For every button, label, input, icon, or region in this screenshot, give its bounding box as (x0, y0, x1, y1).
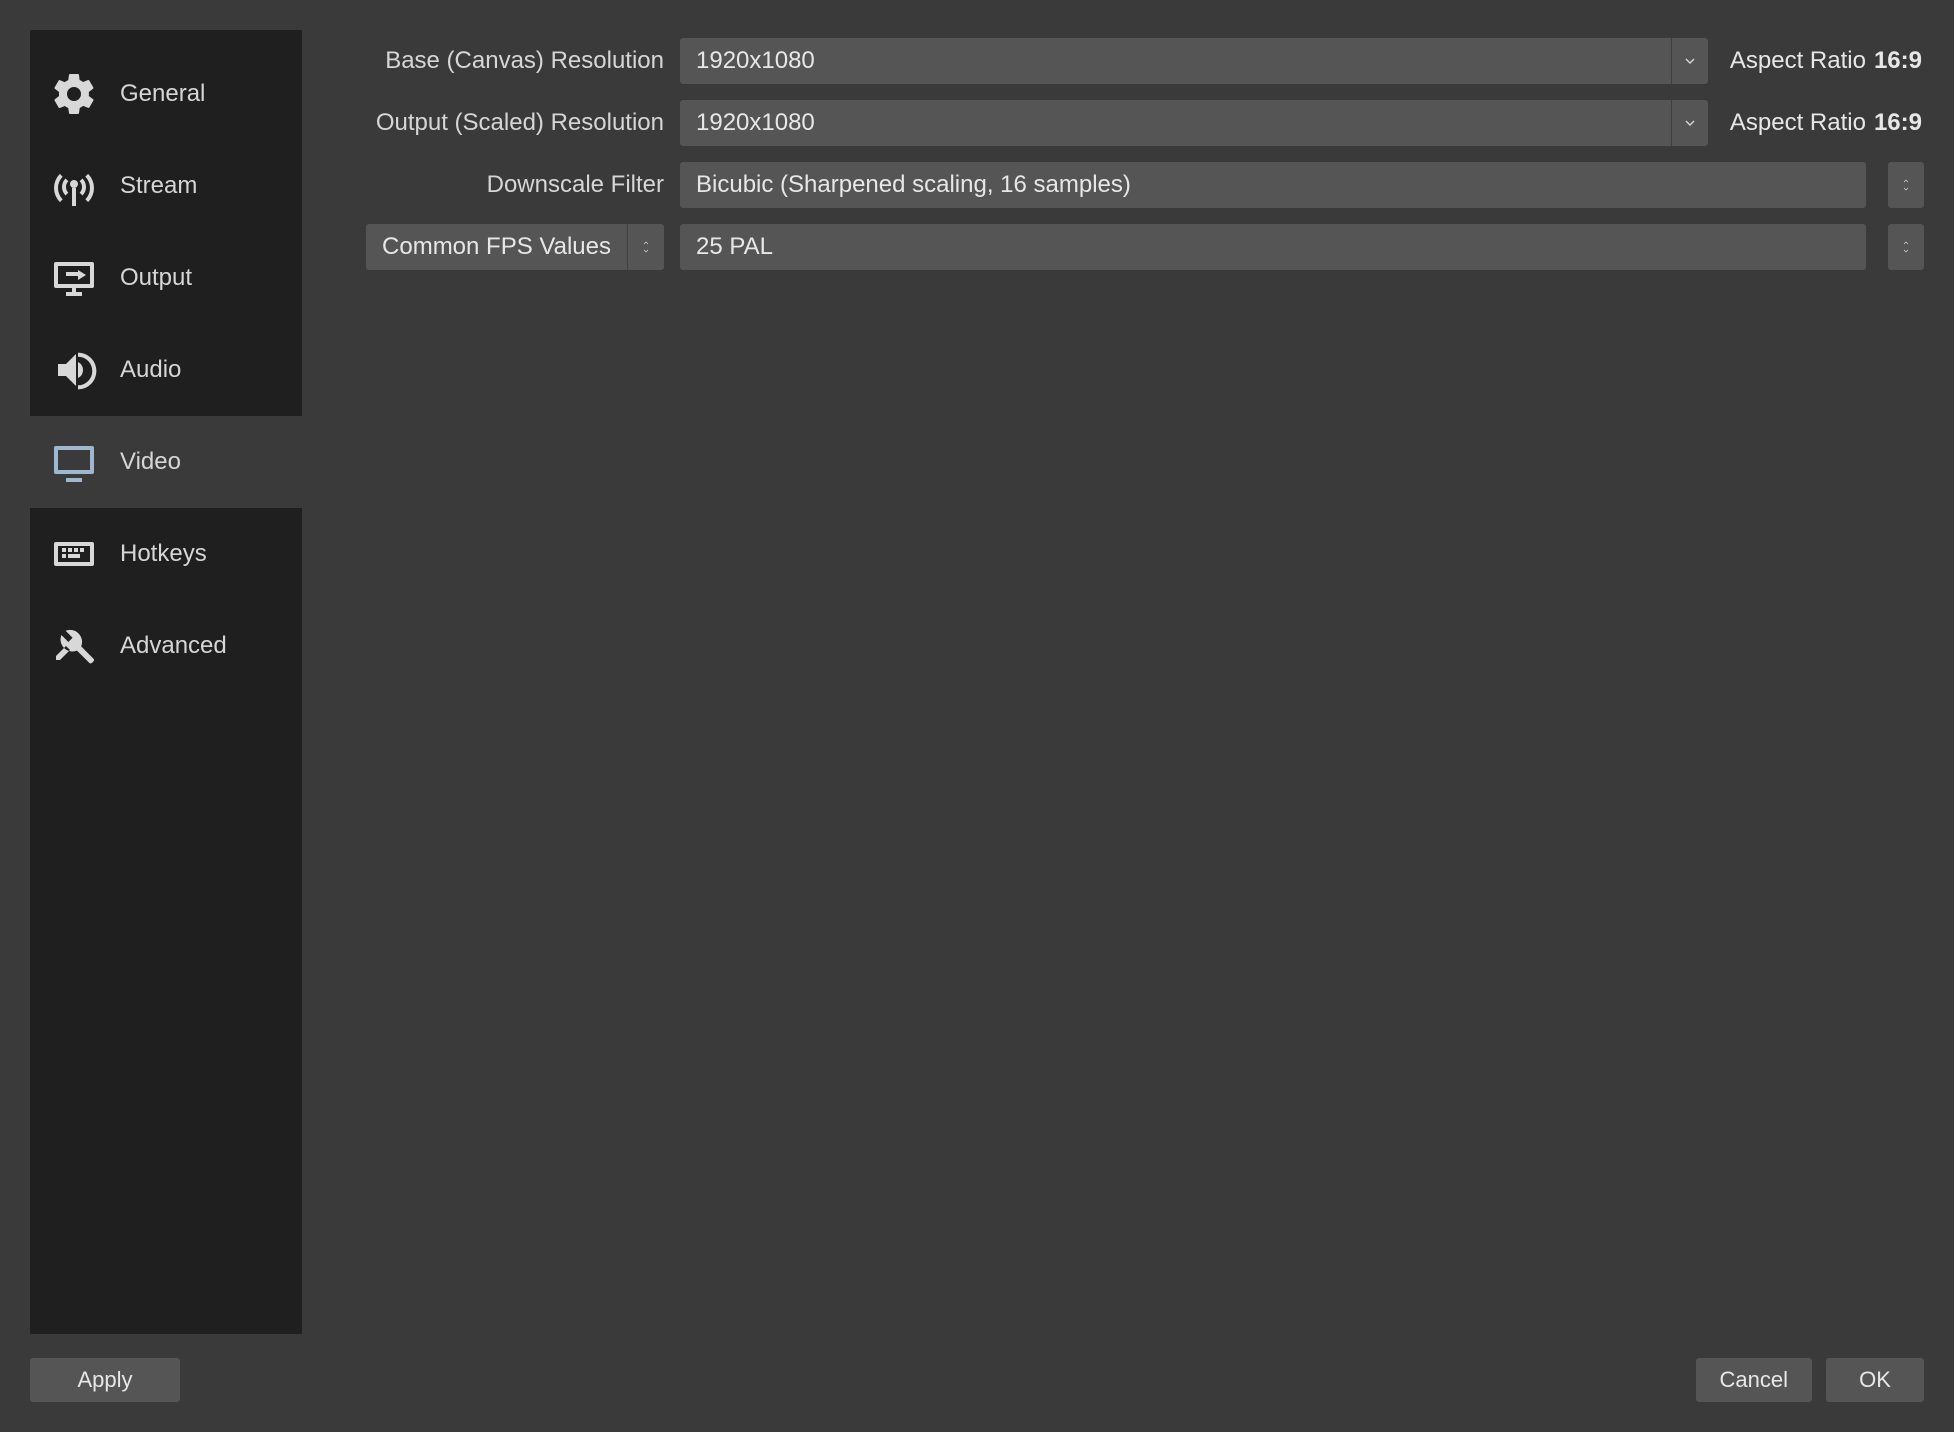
keyboard-icon (46, 526, 102, 582)
row-output-resolution: Output (Scaled) Resolution 1920x1080 Asp… (338, 100, 1924, 146)
tools-icon (46, 618, 102, 674)
video-settings-panel: Base (Canvas) Resolution 1920x1080 Aspec… (338, 30, 1924, 1334)
dialog-footer: Apply Cancel OK (0, 1334, 1954, 1432)
fps-value: 25 PAL (680, 233, 1866, 261)
ok-button[interactable]: OK (1826, 1358, 1924, 1402)
settings-sidebar: General Stream Output Audio Video (30, 30, 302, 1334)
sidebar-item-label: Video (120, 448, 181, 476)
row-fps: Common FPS Values 25 PAL (338, 224, 1924, 270)
fps-type-select[interactable]: Common FPS Values (366, 224, 664, 270)
stepper-icon[interactable] (1888, 162, 1924, 208)
base-resolution-combobox[interactable]: 1920x1080 (680, 38, 1708, 84)
base-aspect-ratio: Aspect Ratio 16:9 (1724, 47, 1924, 75)
row-base-resolution: Base (Canvas) Resolution 1920x1080 Aspec… (338, 38, 1924, 84)
sidebar-item-video[interactable]: Video (30, 416, 302, 508)
sidebar-item-label: Advanced (120, 632, 227, 660)
stepper-icon[interactable] (627, 224, 664, 270)
fps-type-value: Common FPS Values (366, 233, 627, 261)
output-resolution-combobox[interactable]: 1920x1080 (680, 100, 1708, 146)
sidebar-item-hotkeys[interactable]: Hotkeys (30, 508, 302, 600)
fps-value-select[interactable]: 25 PAL (680, 224, 1866, 270)
sidebar-item-advanced[interactable]: Advanced (30, 600, 302, 692)
row-downscale-filter: Downscale Filter Bicubic (Sharpened scal… (338, 162, 1924, 208)
label-downscale-filter: Downscale Filter (338, 171, 664, 199)
output-aspect-ratio: Aspect Ratio 16:9 (1724, 109, 1924, 137)
speaker-icon (46, 342, 102, 398)
apply-button[interactable]: Apply (30, 1358, 180, 1402)
sidebar-item-label: General (120, 80, 205, 108)
sidebar-item-label: Audio (120, 356, 181, 384)
label-output-resolution: Output (Scaled) Resolution (338, 109, 664, 137)
sidebar-item-audio[interactable]: Audio (30, 324, 302, 416)
downscale-filter-value: Bicubic (Sharpened scaling, 16 samples) (680, 171, 1866, 199)
chevron-down-icon[interactable] (1671, 100, 1708, 146)
cancel-button[interactable]: Cancel (1696, 1358, 1812, 1402)
sidebar-item-general[interactable]: General (30, 48, 302, 140)
sidebar-item-label: Hotkeys (120, 540, 207, 568)
sidebar-item-output[interactable]: Output (30, 232, 302, 324)
output-resolution-value: 1920x1080 (680, 109, 1671, 137)
sidebar-item-stream[interactable]: Stream (30, 140, 302, 232)
chevron-down-icon[interactable] (1671, 38, 1708, 84)
sidebar-item-label: Output (120, 264, 192, 292)
antenna-icon (46, 158, 102, 214)
monitor-arrow-icon (46, 250, 102, 306)
downscale-filter-select[interactable]: Bicubic (Sharpened scaling, 16 samples) (680, 162, 1866, 208)
monitor-icon (46, 434, 102, 490)
label-base-resolution: Base (Canvas) Resolution (338, 47, 664, 75)
base-resolution-value: 1920x1080 (680, 47, 1671, 75)
stepper-icon[interactable] (1888, 224, 1924, 270)
gear-icon (46, 66, 102, 122)
sidebar-item-label: Stream (120, 172, 197, 200)
